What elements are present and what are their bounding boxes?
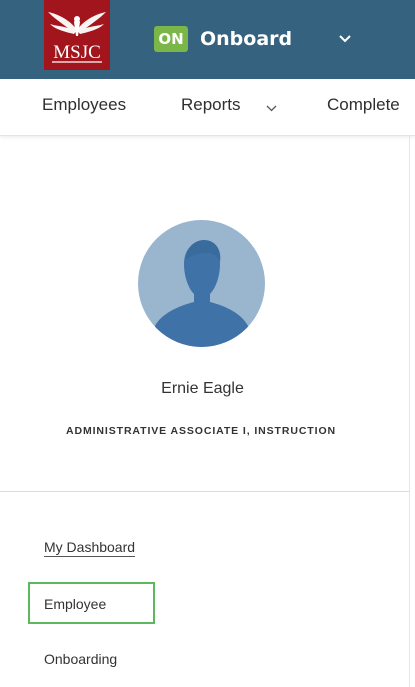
user-silhouette-icon	[155, 240, 248, 347]
menu-employee[interactable]: Employee	[44, 596, 106, 612]
top-header-bar: MSJC ON Onboard	[0, 0, 415, 79]
sidebar-edge	[409, 136, 410, 687]
nav-completed[interactable]: Complete	[327, 95, 400, 115]
avatar	[138, 220, 265, 347]
chevron-down-icon[interactable]	[266, 105, 277, 112]
menu-onboarding[interactable]: Onboarding	[44, 651, 117, 667]
nav-reports[interactable]: Reports	[181, 95, 241, 115]
nav-employees[interactable]: Employees	[42, 95, 126, 115]
chevron-down-icon[interactable]	[338, 34, 352, 44]
user-title: ADMINISTRATIVE ASSOCIATE I, INSTRUCTION	[66, 425, 336, 437]
logo-wordmark: MSJC	[53, 42, 101, 63]
app-switcher[interactable]: ON Onboard	[154, 24, 292, 54]
divider	[0, 491, 409, 492]
msjc-logo[interactable]: MSJC	[44, 0, 110, 70]
app-badge: ON	[154, 26, 188, 52]
user-name: Ernie Eagle	[161, 380, 244, 397]
menu-my-dashboard[interactable]: My Dashboard	[44, 539, 136, 557]
main-nav: Employees Reports Complete	[0, 79, 415, 136]
app-name: Onboard	[200, 28, 293, 50]
